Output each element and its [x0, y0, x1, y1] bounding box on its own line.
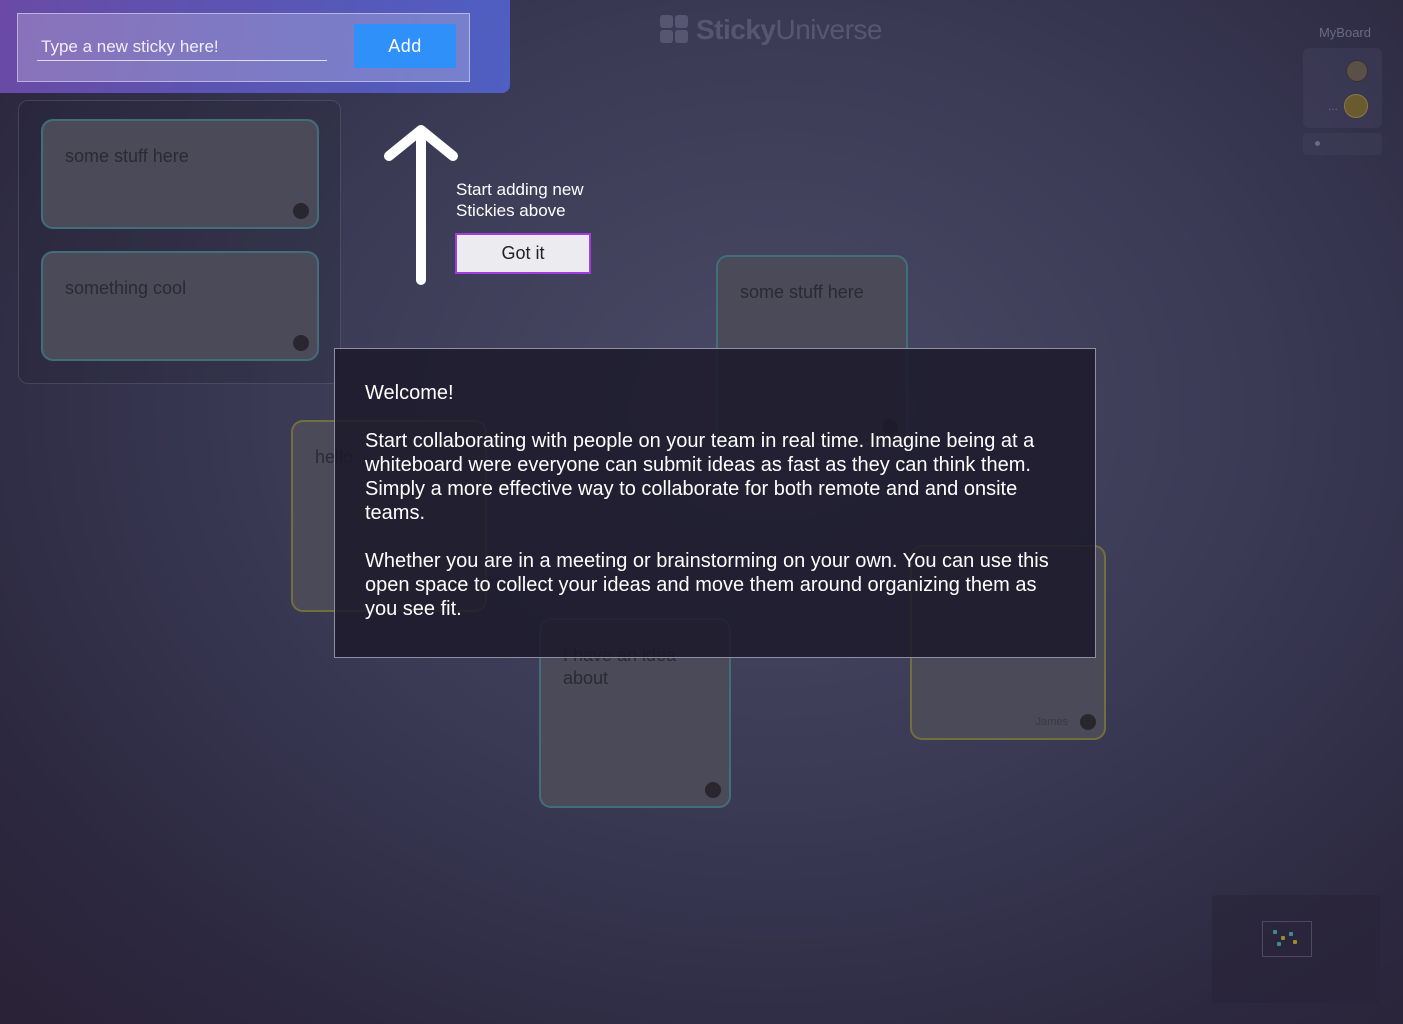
users-footer-bar[interactable] [1303, 133, 1382, 155]
board-minimap[interactable] [1212, 895, 1380, 1003]
logo-text: StickyUniverse [696, 14, 882, 45]
sticky-author-avatar [293, 335, 309, 351]
logo-icon [660, 15, 690, 45]
welcome-paragraph: Start collaborating with people on your … [365, 430, 1035, 524]
app-logo: StickyUniverse [660, 14, 882, 46]
hint-line: Start adding new [456, 180, 584, 199]
user-avatar[interactable] [1346, 60, 1368, 82]
add-sticky-button[interactable]: Add [354, 24, 456, 68]
sticky-note[interactable]: some stuff here [41, 119, 319, 229]
sticky-text: some stuff here [65, 146, 189, 166]
sticky-author-avatar [293, 203, 309, 219]
status-dot-icon [1315, 141, 1320, 146]
sticky-text: some stuff here [740, 282, 864, 302]
user-row[interactable]: ... [1328, 94, 1368, 118]
sticky-text: something cool [65, 278, 187, 298]
board-name[interactable]: MyBoard [1319, 25, 1371, 40]
add-sticky-bar: Add [0, 0, 510, 93]
minimap-sticky [1289, 932, 1293, 936]
welcome-dialog: Welcome! Start collaborating with people… [334, 348, 1096, 658]
user-row[interactable] [1346, 60, 1368, 82]
minimap-sticky [1293, 940, 1297, 944]
minimap-sticky [1281, 936, 1285, 940]
got-it-button[interactable]: Got it [455, 233, 591, 274]
welcome-heading: Welcome! [365, 382, 454, 404]
minimap-sticky [1277, 942, 1281, 946]
welcome-paragraph: Whether you are in a meeting or brainsto… [365, 550, 1049, 620]
hint-line: Stickies above [456, 201, 566, 220]
sticky-author-avatar [1080, 714, 1096, 730]
sticky-stack[interactable]: some stuff here something cool [18, 100, 341, 384]
sticky-author-name: James [1035, 716, 1068, 728]
minimap-viewport[interactable] [1262, 921, 1312, 957]
user-status-dots: ... [1327, 99, 1338, 113]
active-users-panel: ... [1303, 48, 1382, 128]
minimap-sticky [1273, 930, 1277, 934]
add-sticky-form: Add [17, 13, 470, 82]
sticky-author-avatar [705, 782, 721, 798]
new-sticky-input[interactable] [37, 34, 327, 61]
arrow-up-icon [384, 125, 458, 285]
user-avatar[interactable] [1344, 94, 1368, 118]
onboarding-hint: Start adding new Stickies above [456, 179, 584, 221]
sticky-note[interactable]: something cool [41, 251, 319, 361]
